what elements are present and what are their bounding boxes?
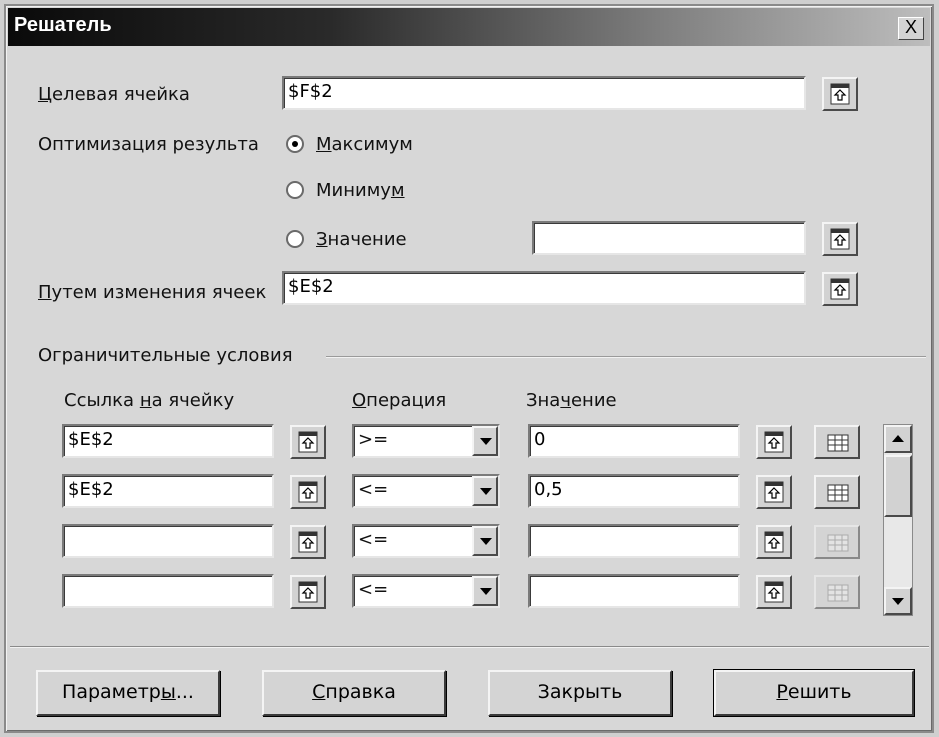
constraints-group-label: Ограничительные условия [38,345,293,366]
dialog-title: Решатель [14,14,112,36]
table-grid-icon [827,434,849,452]
constraint-value-shrink-button-3[interactable] [756,525,792,559]
table-grid-icon [827,534,849,552]
arrow-down-icon[interactable] [884,587,912,615]
close-window-button[interactable]: X [898,17,924,40]
constraint-operation-select-3[interactable]: <= [352,524,500,558]
constraint-operation-select-4[interactable]: <= [352,574,500,608]
target-cell-input[interactable]: $F$2 [282,76,806,110]
target-cell-shrink-button[interactable] [822,77,858,111]
shrink-select-icon [830,83,850,105]
constraints-scrollbar[interactable] [883,424,913,616]
constraint-remove-button-4 [814,575,860,609]
chevron-down-icon[interactable] [472,526,498,556]
chevron-down-icon[interactable] [472,426,498,456]
target-value-input[interactable] [532,221,806,255]
solve-button[interactable]: Решить [713,669,915,717]
optimize-label: Оптимизация результа [38,134,259,155]
constraint-operation-select-1[interactable]: >= [352,424,500,458]
constraint-operation-value: <= [358,479,389,500]
constraint-value-input-3[interactable] [528,524,740,558]
shrink-select-icon [764,481,784,503]
title-bar: Решатель X [8,8,930,46]
constraint-value-input-4[interactable] [528,574,740,608]
table-grid-icon [827,584,849,602]
target-value-shrink-button[interactable] [822,222,858,256]
constraint-operation-value: <= [358,579,389,600]
buttons-separator [10,646,929,648]
shrink-select-icon [764,431,784,453]
constraint-ref-input-1[interactable]: $E$2 [62,424,274,458]
scrollbar-thumb[interactable] [884,455,912,517]
constraint-operation-select-2[interactable]: <= [352,474,500,508]
shrink-select-icon [298,431,318,453]
constraint-remove-button-2[interactable] [814,475,860,509]
chevron-down-icon[interactable] [472,476,498,506]
constraint-ref-input-3[interactable] [62,524,274,558]
column-header-operation: Операция [352,390,447,411]
chevron-down-icon[interactable] [472,576,498,606]
constraint-operation-value: <= [358,529,389,550]
changing-cells-input[interactable]: $E$2 [282,271,806,305]
parameters-button[interactable]: Параметры... [36,670,220,716]
radio-minimum[interactable] [286,181,304,199]
group-divider [326,356,926,358]
constraint-value-input-2[interactable]: 0,5 [528,474,740,508]
table-grid-icon [827,484,849,502]
constraint-operation-value: >= [358,429,389,450]
shrink-select-icon [298,481,318,503]
shrink-select-icon [830,228,850,250]
shrink-select-icon [830,278,850,300]
constraint-ref-shrink-button-4[interactable] [290,575,326,609]
arrow-up-icon[interactable] [884,425,912,453]
constraint-ref-shrink-button-1[interactable] [290,425,326,459]
changing-cells-label: Путем изменения ячеек [38,282,267,303]
constraint-ref-shrink-button-3[interactable] [290,525,326,559]
radio-value-label: Значение [316,229,407,250]
radio-value[interactable] [286,230,304,248]
constraint-ref-input-2[interactable]: $E$2 [62,474,274,508]
constraint-value-input-1[interactable]: 0 [528,424,740,458]
column-header-cell-ref: Ссылка на ячейку [64,390,235,411]
shrink-select-icon [764,581,784,603]
shrink-select-icon [298,531,318,553]
target-cell-label: Целевая ячейка [38,84,190,105]
constraint-ref-shrink-button-2[interactable] [290,475,326,509]
radio-maximum[interactable] [286,135,304,153]
constraint-remove-button-1[interactable] [814,425,860,459]
column-header-value: Значение [526,390,617,411]
radio-minimum-label: Минимум [316,180,405,201]
close-button[interactable]: Закрыть [488,670,672,716]
shrink-select-icon [764,531,784,553]
solver-dialog: Решатель X [4,4,934,733]
radio-maximum-label: Максимум [316,134,413,155]
changing-cells-shrink-button[interactable] [822,272,858,306]
constraint-ref-input-4[interactable] [62,574,274,608]
shrink-select-icon [298,581,318,603]
constraint-value-shrink-button-2[interactable] [756,475,792,509]
help-button[interactable]: Справка [262,670,446,716]
constraint-value-shrink-button-1[interactable] [756,425,792,459]
constraint-remove-button-3 [814,525,860,559]
constraint-value-shrink-button-4[interactable] [756,575,792,609]
